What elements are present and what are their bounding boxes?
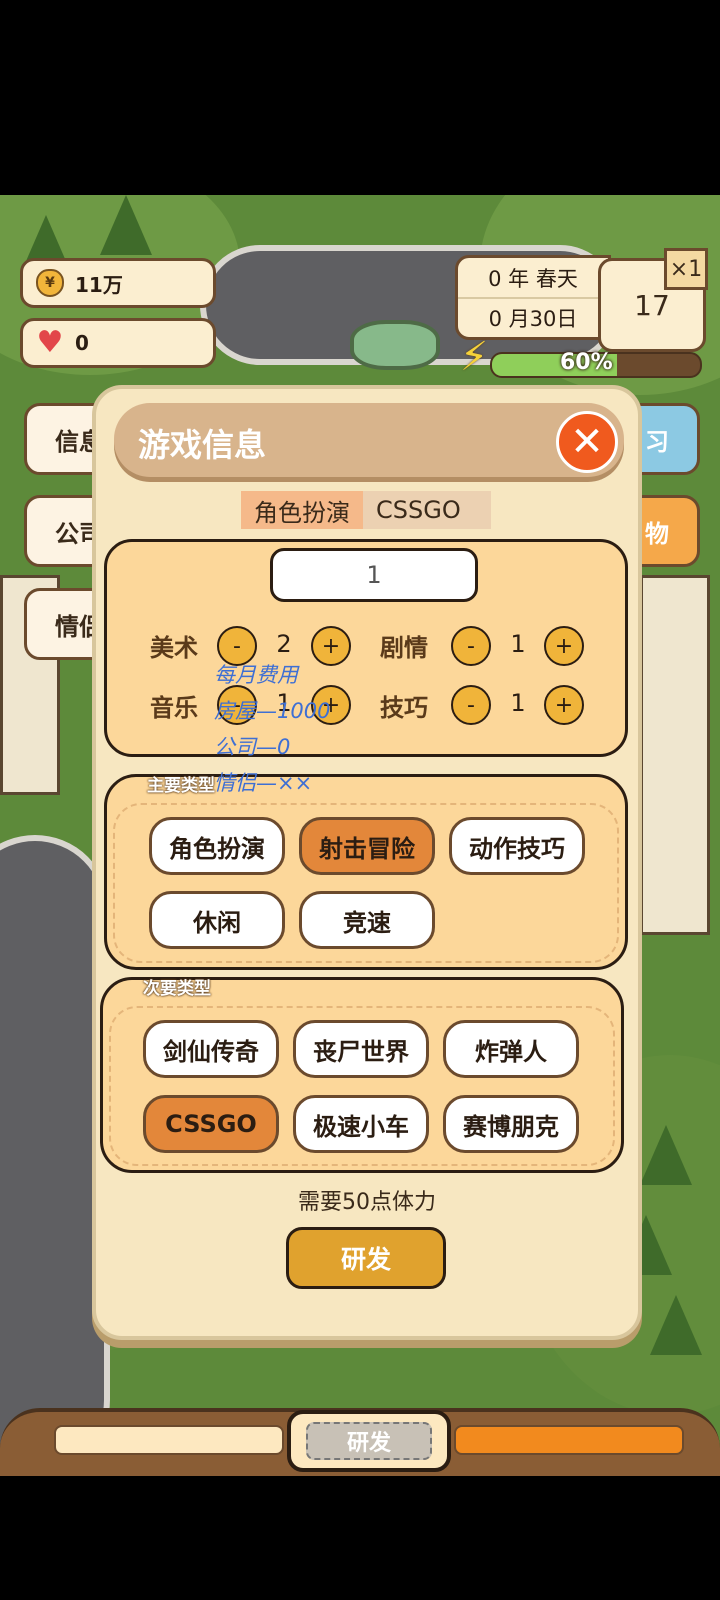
monthly-cost-overlay: 每月费用 房屋—1000 公司—0 情侣—×× — [214, 657, 330, 801]
side-button-label: 习 — [645, 427, 669, 456]
stats-panel: 1 美术 - 2 + 剧情 - 1 + 音乐 - 1 + 技巧 - 1 + — [104, 539, 628, 757]
dialog-title: 游戏信息 — [138, 426, 267, 464]
sub-genre-text: CSSGO — [363, 491, 491, 529]
money-display[interactable]: ¥ 11万 — [20, 258, 216, 308]
heart-icon: ♥ — [36, 325, 64, 360]
dialog-header: 游戏信息 ✕ — [114, 403, 624, 477]
genre-summary: 角色扮演 CSSGO — [241, 491, 491, 529]
main-type-chip[interactable]: 竞速 — [299, 891, 435, 949]
calendar-panel: 0 年 春天 0 月30日 — [455, 255, 611, 340]
story-plus-button[interactable]: + — [544, 626, 584, 666]
secondary-type-panel: 次要类型 剑仙传奇 丧尸世界 炸弹人 CSSGO 极速小车 赛博朋克 — [100, 977, 624, 1173]
develop-button[interactable]: 研发 — [286, 1227, 446, 1289]
level-value: 1 — [366, 561, 382, 589]
game-info-dialog: 游戏信息 ✕ 角色扮演 CSSGO 1 美术 - 2 + 剧情 - 1 + 音乐… — [92, 385, 642, 1340]
level-field[interactable]: 1 — [270, 548, 478, 602]
speed-button[interactable]: ×1 — [664, 248, 708, 290]
secondary-type-chip[interactable]: 丧尸世界 — [293, 1020, 429, 1078]
pond — [350, 320, 440, 370]
secondary-type-label: 次要类型 — [143, 979, 211, 999]
stat-label-art: 美术 — [150, 634, 198, 662]
overlay-line: 情侣—×× — [214, 771, 313, 795]
month-day: 0 月30日 — [458, 297, 608, 336]
money-value: 11万 — [75, 272, 123, 297]
close-button[interactable]: ✕ — [556, 411, 618, 473]
money-bag-icon: ¥ — [35, 268, 65, 298]
tree — [100, 195, 152, 255]
stat-label-music: 音乐 — [150, 694, 198, 722]
secondary-type-chip-selected[interactable]: CSSGO — [143, 1095, 279, 1153]
side-button-label: 物 — [645, 519, 669, 548]
hearts-display[interactable]: ♥ 0 — [20, 318, 216, 368]
secondary-type-chip[interactable]: 剑仙传奇 — [143, 1020, 279, 1078]
hearts-value: 0 — [75, 331, 89, 355]
bottom-tab-label: 研发 — [306, 1422, 432, 1460]
stat-label-skill: 技巧 — [380, 694, 428, 722]
stat-value-skill: 1 — [510, 689, 526, 717]
speed-label: ×1 — [669, 256, 703, 282]
main-type-chip[interactable]: 角色扮演 — [149, 817, 285, 875]
main-type-chip[interactable]: 休闲 — [149, 891, 285, 949]
secondary-type-chip[interactable]: 赛博朋克 — [443, 1095, 579, 1153]
overlay-line: 公司—0 — [214, 735, 291, 759]
main-type-label: 主要类型 — [147, 776, 215, 796]
close-icon: ✕ — [570, 419, 604, 465]
stat-value-art: 2 — [276, 630, 292, 658]
main-type-chip-selected[interactable]: 射击冒险 — [299, 817, 435, 875]
tree — [650, 1295, 702, 1355]
overlay-line: 每月费用 — [214, 663, 298, 687]
main-genre-text: 角色扮演 — [241, 491, 363, 529]
stat-label-story: 剧情 — [380, 634, 428, 662]
bottom-right-slot[interactable] — [454, 1425, 684, 1455]
secondary-type-chip[interactable]: 炸弹人 — [443, 1020, 579, 1078]
day-number: 17 — [634, 288, 670, 322]
skill-minus-button[interactable]: - — [451, 685, 491, 725]
energy-percent: 60% — [560, 350, 613, 375]
story-minus-button[interactable]: - — [451, 626, 491, 666]
energy-required-text: 需要50点体力 — [298, 1190, 436, 1215]
secondary-type-chip[interactable]: 极速小车 — [293, 1095, 429, 1153]
tree — [640, 1125, 692, 1185]
main-type-panel: 主要类型 角色扮演 射击冒险 动作技巧 休闲 竞速 — [104, 774, 628, 970]
main-type-chip[interactable]: 动作技巧 — [449, 817, 585, 875]
skill-plus-button[interactable]: + — [544, 685, 584, 725]
stat-value-story: 1 — [510, 630, 526, 658]
bottom-left-slot[interactable] — [54, 1425, 284, 1455]
year-season: 0 年 春天 — [488, 266, 578, 291]
overlay-line: 房屋—1000 — [214, 699, 331, 723]
fence — [640, 575, 710, 935]
bottom-develop-tab[interactable]: 研发 — [287, 1410, 451, 1472]
lightning-icon[interactable]: ⚡ — [460, 337, 488, 377]
